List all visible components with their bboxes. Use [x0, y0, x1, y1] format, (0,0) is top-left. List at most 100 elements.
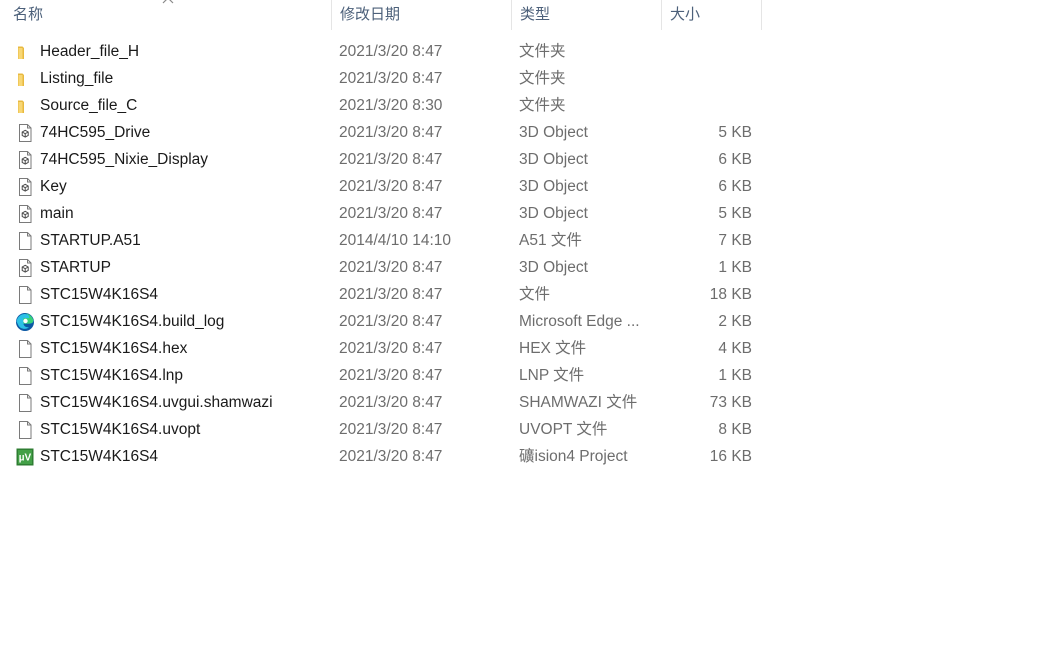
file-size: 73 KB — [709, 394, 752, 411]
file-name: STC15W4K16S4.uvopt — [40, 421, 201, 438]
file-row[interactable]: STC15W4K16S4.lnp 2021/3/20 8:47 LNP 文件 1… — [0, 362, 762, 389]
file-date-modified: 2014/4/10 14:10 — [339, 232, 452, 249]
file-list: Header_file_H 2021/3/20 8:47 文件夹 Listing… — [0, 38, 762, 470]
file-name: Header_file_H — [40, 43, 140, 60]
file-type: 礦ision4 Project — [519, 448, 628, 465]
file-explorer-details-view: 名称 修改日期 类型 大小 Header_file_H 2021/3/20 8:… — [0, 0, 1048, 665]
file-type: Microsoft Edge ... — [519, 313, 640, 330]
file-row[interactable]: Listing_file 2021/3/20 8:47 文件夹 — [0, 65, 762, 92]
file-type: 文件夹 — [519, 43, 566, 60]
keil-uvision-icon: µV — [15, 447, 35, 467]
file-date-modified: 2021/3/20 8:47 — [339, 43, 443, 60]
3d-object-icon — [15, 258, 35, 278]
file-name: 74HC595_Drive — [40, 124, 151, 141]
blank-file-icon — [15, 393, 35, 413]
file-row[interactable]: main 2021/3/20 8:47 3D Object 5 KB — [0, 200, 762, 227]
file-date-modified: 2021/3/20 8:47 — [339, 70, 443, 87]
3d-object-icon — [15, 177, 35, 197]
folder-icon — [15, 42, 35, 62]
file-row[interactable]: 74HC595_Drive 2021/3/20 8:47 3D Object 5… — [0, 119, 762, 146]
file-row[interactable]: STC15W4K16S4.uvgui.shamwazi 2021/3/20 8:… — [0, 389, 762, 416]
file-row[interactable]: 74HC595_Nixie_Display 2021/3/20 8:47 3D … — [0, 146, 762, 173]
blank-file-icon — [15, 285, 35, 305]
blank-file-icon — [15, 420, 35, 440]
file-name: STC15W4K16S4 — [40, 448, 159, 465]
blank-file-icon — [15, 339, 35, 359]
file-type: 文件夹 — [519, 70, 566, 87]
column-header-type[interactable]: 类型 — [512, 0, 662, 30]
file-size: 4 KB — [718, 340, 752, 357]
file-type: 3D Object — [519, 178, 588, 195]
file-type: 3D Object — [519, 151, 588, 168]
file-date-modified: 2021/3/20 8:47 — [339, 178, 443, 195]
file-date-modified: 2021/3/20 8:47 — [339, 394, 443, 411]
file-name: STC15W4K16S4.uvgui.shamwazi — [40, 394, 273, 411]
file-date-modified: 2021/3/20 8:47 — [339, 421, 443, 438]
file-size: 5 KB — [718, 205, 752, 222]
file-size: 7 KB — [718, 232, 752, 249]
file-date-modified: 2021/3/20 8:47 — [339, 205, 443, 222]
file-date-modified: 2021/3/20 8:47 — [339, 313, 443, 330]
file-size: 5 KB — [718, 124, 752, 141]
folder-icon — [15, 69, 35, 89]
file-row[interactable]: STC15W4K16S4.build_log 2021/3/20 8:47 Mi… — [0, 308, 762, 335]
file-size: 2 KB — [718, 313, 752, 330]
3d-object-icon — [15, 150, 35, 170]
file-name: main — [40, 205, 74, 222]
file-row[interactable]: µV STC15W4K16S4 2021/3/20 8:47 礦ision4 P… — [0, 443, 762, 470]
file-row[interactable]: Key 2021/3/20 8:47 3D Object 6 KB — [0, 173, 762, 200]
file-type: 3D Object — [519, 124, 588, 141]
file-name: Source_file_C — [40, 97, 138, 114]
file-type: HEX 文件 — [519, 340, 587, 357]
file-row[interactable]: STARTUP 2021/3/20 8:47 3D Object 1 KB — [0, 254, 762, 281]
file-date-modified: 2021/3/20 8:47 — [339, 367, 443, 384]
file-type: A51 文件 — [519, 232, 582, 249]
file-type: 文件 — [519, 286, 551, 303]
file-name: STC15W4K16S4.hex — [40, 340, 188, 357]
file-row[interactable]: STARTUP.A51 2014/4/10 14:10 A51 文件 7 KB — [0, 227, 762, 254]
file-type: UVOPT 文件 — [519, 421, 608, 438]
file-name: 74HC595_Nixie_Display — [40, 151, 209, 168]
file-type: 3D Object — [519, 205, 588, 222]
file-type: LNP 文件 — [519, 367, 585, 384]
file-row[interactable]: STC15W4K16S4.uvopt 2021/3/20 8:47 UVOPT … — [0, 416, 762, 443]
3d-object-icon — [15, 204, 35, 224]
file-type: 文件夹 — [519, 97, 566, 114]
file-name: STC15W4K16S4.lnp — [40, 367, 184, 384]
3d-object-icon — [15, 123, 35, 143]
blank-file-icon — [15, 366, 35, 386]
file-date-modified: 2021/3/20 8:47 — [339, 124, 443, 141]
file-name: Key — [40, 178, 67, 195]
file-type: 3D Object — [519, 259, 588, 276]
file-size: 18 KB — [709, 286, 752, 303]
file-size: 1 KB — [718, 259, 752, 276]
file-size: 8 KB — [718, 421, 752, 438]
file-row[interactable]: STC15W4K16S4.hex 2021/3/20 8:47 HEX 文件 4… — [0, 335, 762, 362]
file-size: 6 KB — [718, 178, 752, 195]
file-date-modified: 2021/3/20 8:47 — [339, 259, 443, 276]
file-date-modified: 2021/3/20 8:47 — [339, 151, 443, 168]
blank-file-icon — [15, 231, 35, 251]
file-size: 6 KB — [718, 151, 752, 168]
column-header-name[interactable]: 名称 — [0, 0, 332, 30]
column-header-bar: 名称 修改日期 类型 大小 — [0, 0, 762, 30]
file-type: SHAMWAZI 文件 — [519, 394, 638, 411]
folder-icon — [15, 96, 35, 116]
file-name: STARTUP — [40, 259, 111, 276]
file-name: STARTUP.A51 — [40, 232, 141, 249]
column-header-date-modified[interactable]: 修改日期 — [332, 0, 512, 30]
svg-text:µV: µV — [19, 453, 32, 464]
file-date-modified: 2021/3/20 8:47 — [339, 286, 443, 303]
file-date-modified: 2021/3/20 8:30 — [339, 97, 443, 114]
file-row[interactable]: Header_file_H 2021/3/20 8:47 文件夹 — [0, 38, 762, 65]
file-row[interactable]: Source_file_C 2021/3/20 8:30 文件夹 — [0, 92, 762, 119]
file-size: 16 KB — [709, 448, 752, 465]
file-date-modified: 2021/3/20 8:47 — [339, 340, 443, 357]
file-name: STC15W4K16S4.build_log — [40, 313, 225, 330]
file-row[interactable]: STC15W4K16S4 2021/3/20 8:47 文件 18 KB — [0, 281, 762, 308]
file-name: Listing_file — [40, 70, 114, 87]
edge-icon — [15, 312, 35, 332]
file-name: STC15W4K16S4 — [40, 286, 159, 303]
column-header-size[interactable]: 大小 — [662, 0, 762, 30]
file-date-modified: 2021/3/20 8:47 — [339, 448, 443, 465]
